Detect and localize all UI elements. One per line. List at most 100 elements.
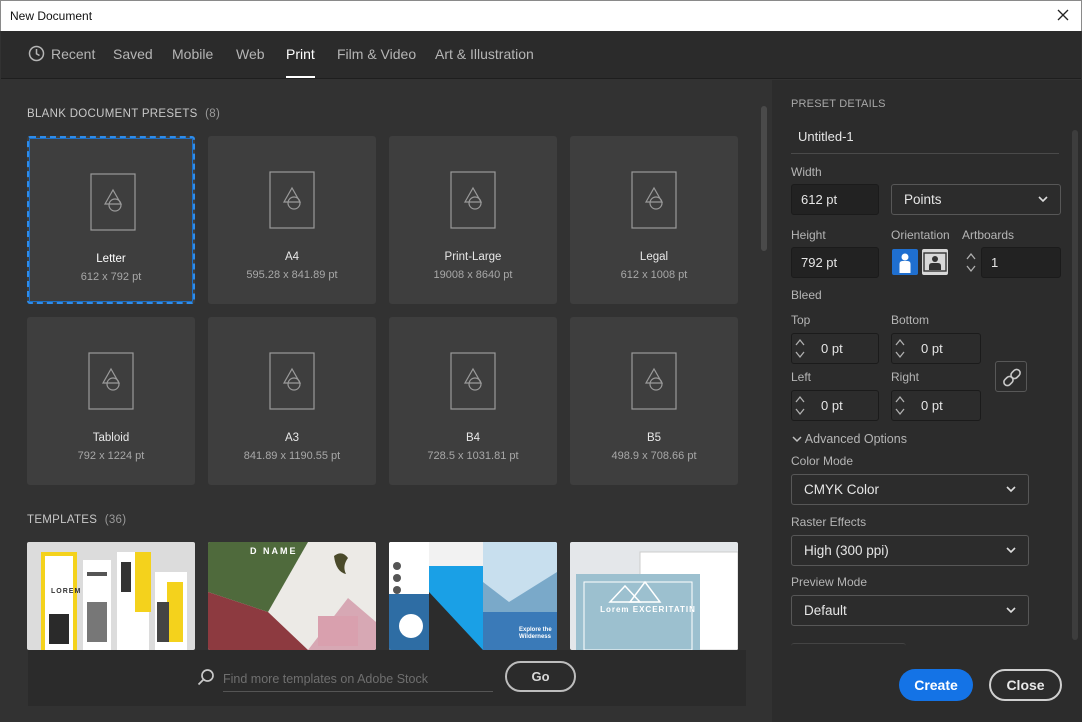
template-caption: Lorem EXCERITATIN [600,605,696,614]
document-icon [269,352,315,410]
preset-card-letter[interactable]: Letter 612 x 792 pt [27,136,195,304]
color-mode-select[interactable]: CMYK Color [791,474,1029,505]
document-icon [631,171,677,229]
close-button[interactable]: Close [989,669,1062,701]
document-icon [450,352,496,410]
bleed-top-input[interactable]: 0 pt [791,333,879,364]
preset-card-print-large[interactable]: Print-Large 19008 x 8640 pt [389,136,557,304]
preset-card-b5[interactable]: B5 498.9 x 708.66 pt [570,317,738,485]
tab-web[interactable]: Web [236,46,265,62]
artboards-input[interactable]: 1 [981,247,1061,278]
preset-dimensions: 595.28 x 841.89 pt [246,269,338,281]
preset-card-a3[interactable]: A3 841.89 x 1190.55 pt [208,317,376,485]
tab-art-illustration[interactable]: Art & Illustration [435,46,534,62]
artboards-stepper[interactable] [962,247,980,278]
template-caption: D NAME [250,546,298,556]
orientation-label: Orientation [891,228,950,242]
preset-name: Legal [639,251,669,263]
preset-name: B5 [646,432,662,444]
tab-saved[interactable]: Saved [113,46,153,62]
template-thumbnail-yellow-brochure[interactable]: LOREM [27,542,195,650]
document-icon [269,171,315,229]
template-preview-image [208,542,376,650]
height-label: Height [791,228,826,242]
chevron-down-icon [792,436,802,443]
go-button[interactable]: Go [505,661,576,692]
raster-effects-select[interactable]: High (300 ppi) [791,535,1029,566]
category-tabs: Recent Saved Mobile Web Print Film & Vid… [1,31,1081,79]
bleed-left-input[interactable]: 0 pt [791,390,879,421]
preset-details-panel: PRESET DETAILS Untitled-1 Width 612 pt P… [772,80,1082,722]
chevron-down-icon [1006,607,1016,614]
bleed-right-input[interactable]: 0 pt [891,390,981,421]
templates-heading: TEMPLATES (36) [27,514,127,526]
document-name-input[interactable]: Untitled-1 [791,128,1059,154]
document-icon [450,171,496,229]
link-icon [1003,368,1021,387]
width-label: Width [791,165,822,179]
portrait-icon [899,253,911,273]
template-caption: Explore the Wilderness [519,627,552,640]
more-settings-button-edge[interactable] [791,643,906,649]
color-mode-label: Color Mode [791,454,854,468]
details-scrollbar[interactable] [1071,100,1080,645]
bleed-top-label: Top [791,313,811,327]
tab-film-video[interactable]: Film & Video [337,46,416,62]
stock-search-input[interactable] [223,666,493,692]
template-preview-image [41,552,187,650]
width-input[interactable]: 612 pt [791,184,879,215]
tab-recent[interactable]: Recent [51,46,95,62]
preset-card-legal[interactable]: Legal 612 x 1008 pt [570,136,738,304]
close-icon[interactable] [1053,5,1073,25]
preset-dimensions: 612 x 792 pt [80,271,142,283]
preset-details-heading: PRESET DETAILS [791,98,886,110]
link-bleed-button[interactable] [995,361,1027,392]
bleed-bottom-input[interactable]: 0 pt [891,333,981,364]
template-thumbnail-wilderness[interactable]: Explore the Wilderness [389,542,557,650]
template-thumbnail-green-field[interactable]: D NAME [208,542,376,650]
chevron-down-icon [1006,486,1016,493]
scrollbar-thumb[interactable] [1072,130,1078,640]
landscape-icon [923,252,947,272]
preset-name: A3 [284,432,300,444]
portrait-orientation-button[interactable] [892,249,918,275]
bleed-left-label: Left [791,370,812,384]
scrollbar-thumb[interactable] [761,106,767,251]
preset-dimensions: 19008 x 8640 pt [433,269,513,281]
document-icon [88,352,134,410]
title-bar: New Document [0,0,1082,31]
advanced-options-toggle[interactable]: Advanced Options [792,432,907,446]
active-tab-indicator [286,76,315,78]
preset-name: Letter [96,253,126,265]
raster-effects-label: Raster Effects [791,515,867,529]
preset-dimensions: 498.9 x 708.66 pt [611,450,697,462]
units-select[interactable]: Points [891,184,1061,215]
template-thumbnail-excertitatin[interactable]: Lorem EXCERITATIN [570,542,738,650]
preset-name: Print-Large [444,251,502,263]
tab-mobile[interactable]: Mobile [172,46,213,62]
chevron-down-icon [1038,196,1048,203]
presets-scrollbar[interactable] [760,100,768,645]
preset-dimensions: 612 x 1008 pt [620,269,688,281]
preset-card-a4[interactable]: A4 595.28 x 841.89 pt [208,136,376,304]
window-title: New Document [10,9,93,23]
template-caption: LOREM [51,588,82,595]
presets-heading: BLANK DOCUMENT PRESETS (8) [27,108,221,120]
create-button[interactable]: Create [899,669,973,701]
preset-dimensions: 728.5 x 1031.81 pt [427,450,519,462]
tab-print[interactable]: Print [286,46,315,62]
search-icon [197,669,214,686]
preset-name: Tabloid [92,432,130,444]
height-input[interactable]: 792 pt [791,247,879,278]
preview-mode-label: Preview Mode [791,575,868,589]
preview-mode-select[interactable]: Default [791,595,1029,626]
preset-card-tabloid[interactable]: Tabloid 792 x 1224 pt [27,317,195,485]
document-icon [90,173,136,231]
document-icon [631,352,677,410]
preset-card-b4[interactable]: B4 728.5 x 1031.81 pt [389,317,557,485]
landscape-orientation-button[interactable] [922,249,948,275]
bleed-label: Bleed [791,288,822,302]
preset-dimensions: 792 x 1224 pt [77,450,145,462]
bleed-bottom-label: Bottom [891,313,930,327]
artboards-label: Artboards [962,228,1015,242]
